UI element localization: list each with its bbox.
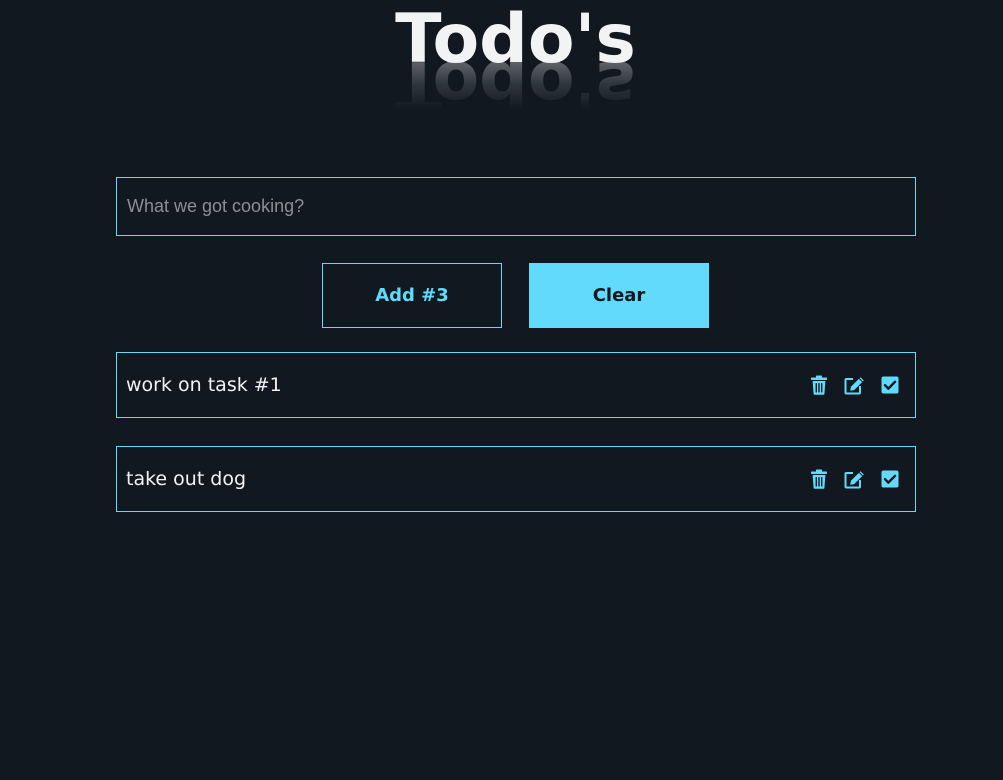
check-square-icon[interactable] <box>879 468 901 490</box>
page-title: Todo's <box>395 0 636 79</box>
clear-button[interactable]: Clear <box>529 263 709 328</box>
trash-icon[interactable] <box>808 468 830 490</box>
trash-icon[interactable] <box>808 374 830 396</box>
todo-text: take out dog <box>126 468 247 490</box>
todo-input[interactable] <box>116 177 916 236</box>
todo-app: Todo's Todo's Add #3 Clear work on task … <box>0 0 1003 780</box>
edit-icon[interactable] <box>843 468 865 490</box>
edit-icon[interactable] <box>843 374 865 396</box>
title-area: Todo's Todo's <box>0 0 1003 130</box>
todo-text: work on task #1 <box>126 374 282 396</box>
todo-item: take out dog <box>116 446 916 512</box>
todo-item: work on task #1 <box>116 352 916 418</box>
add-todo-button[interactable]: Add #3 <box>322 263 502 328</box>
check-square-icon[interactable] <box>879 374 901 396</box>
